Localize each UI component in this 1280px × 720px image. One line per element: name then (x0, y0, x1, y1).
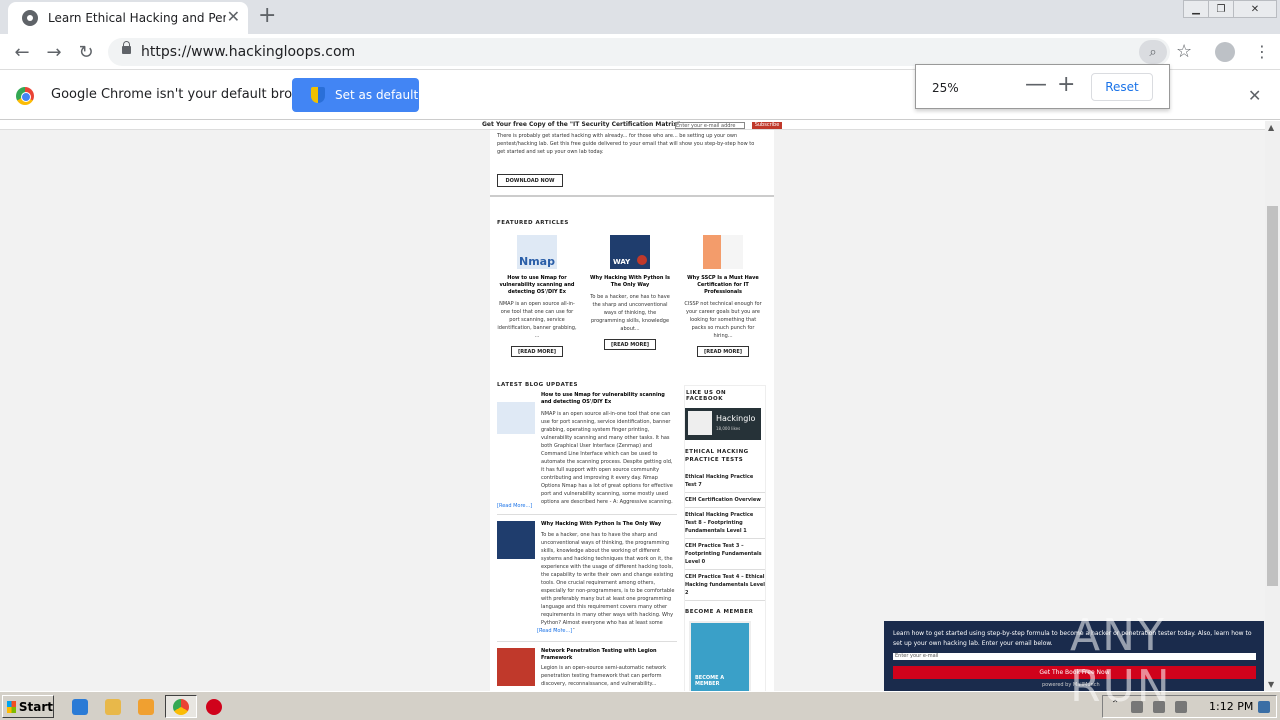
facebook-heading: LIKE US ON FACEBOOK (686, 390, 727, 402)
zoom-icon[interactable]: ⌕ (1139, 40, 1167, 64)
sidebar-link[interactable]: CEH Practice Test 3 – Footprinting Funda… (685, 539, 765, 570)
featured-article: WAY Why Hacking With Python Is The Only … (589, 235, 671, 350)
post-title[interactable]: Network Penetration Testing with Legion … (541, 648, 676, 662)
minimize-button[interactable]: ▁ (1183, 0, 1209, 18)
menu-dots-icon[interactable]: ⋮ (1254, 40, 1270, 64)
post-item: Network Penetration Testing with Legion … (497, 648, 677, 691)
latest-posts: How to use Nmap for vulnerability scanni… (497, 392, 677, 691)
facebook-widget[interactable]: Hackinglo 18,000 likes (685, 408, 761, 440)
zoom-in-button[interactable]: + (1057, 74, 1075, 96)
featured-title[interactable]: How to use Nmap for vulnerability scanni… (496, 275, 578, 296)
scrollbar-thumb[interactable] (1267, 206, 1278, 586)
back-button[interactable]: ← (10, 40, 34, 64)
page-viewport: Get Your free Copy of the "IT Security C… (0, 121, 1265, 691)
featured-heading: FEATURED ARTICLES (497, 220, 569, 226)
lock-icon[interactable] (122, 41, 131, 54)
post-title[interactable]: Why Hacking With Python Is The Only Way (541, 521, 676, 528)
member-image[interactable]: BECOME A MEMBER (689, 621, 751, 691)
reload-button[interactable]: ↻ (74, 40, 98, 64)
intro-text: There is probably get started hacking wi… (497, 133, 755, 155)
strip-subscribe-button[interactable]: Subscribe (752, 122, 782, 129)
shield-icon (311, 87, 325, 103)
member-heading: BECOME A MEMBER (685, 609, 754, 615)
restore-button[interactable]: ❐ (1208, 0, 1234, 18)
divider (490, 195, 774, 197)
infobar-message: Google Chrome isn't your default browser (51, 87, 323, 102)
divider (497, 641, 677, 642)
python-thumbnail[interactable]: WAY (610, 235, 650, 269)
sidebar: LIKE US ON FACEBOOK Hackinglo 18,000 lik… (684, 385, 766, 691)
bookmark-star-icon[interactable]: ☆ (1176, 41, 1192, 62)
zoom-popup: 25% — + Reset (915, 64, 1170, 109)
chrome-taskbar-button[interactable] (165, 695, 197, 718)
scroll-up-icon[interactable]: ▲ (1268, 123, 1274, 132)
divider (497, 514, 677, 515)
read-more-button[interactable]: [READ MORE] (511, 346, 563, 357)
sidebar-link[interactable]: Ethical Hacking Practice Test 8 – Footpr… (685, 508, 765, 539)
download-button[interactable]: DOWNLOAD NOW (497, 174, 563, 187)
page-scrollbar[interactable]: ▲ ▼ (1265, 121, 1280, 691)
main-content: There is probably get started hacking wi… (490, 130, 774, 691)
featured-desc: NMAP is an open source all-in-one tool t… (497, 301, 577, 339)
post-read-more[interactable]: [Read More...] (537, 627, 572, 635)
browser-tab[interactable]: Learn Ethical Hacking and Penetration ✕ (8, 2, 248, 34)
zoom-reset-button[interactable]: Reset (1091, 73, 1153, 101)
sscp-thumbnail[interactable] (703, 235, 743, 269)
featured-title[interactable]: Why Hacking With Python Is The Only Way (589, 275, 671, 289)
profile-avatar[interactable] (1215, 42, 1235, 62)
chrome-icon (173, 699, 189, 715)
nmap-thumbnail[interactable]: Nmap (517, 235, 557, 269)
close-window-button[interactable]: ✕ (1233, 0, 1277, 18)
chrome-logo-icon (16, 87, 34, 105)
set-default-label: Set as default (335, 88, 419, 102)
sidebar-link[interactable]: Ethical Hacking Practice Test 7 (685, 470, 765, 493)
start-button[interactable]: Start (2, 695, 54, 718)
post-title[interactable]: How to use Nmap for vulnerability scanni… (541, 392, 676, 406)
strip-text: Get Your free Copy of the "IT Security C… (482, 121, 681, 128)
windows-logo-icon (7, 700, 16, 713)
new-tab-button[interactable]: + (258, 5, 276, 27)
read-more-button[interactable]: [READ MORE] (697, 346, 749, 357)
featured-article: Why SSCP Is a Must Have Certification fo… (682, 235, 764, 357)
zoom-level: 25% (932, 81, 959, 95)
post-read-more[interactable]: [Read More...] (497, 502, 532, 510)
infobar-close-icon[interactable]: ✕ (1248, 86, 1261, 105)
globe-icon (22, 10, 38, 26)
close-tab-icon[interactable]: ✕ (227, 9, 240, 25)
sidebar-link[interactable]: CEH Certification Overview (685, 493, 765, 508)
practice-heading: ETHICAL HACKING PRACTICE TESTS (685, 449, 749, 463)
featured-title[interactable]: Why SSCP Is a Must Have Certification fo… (682, 275, 764, 296)
title-bar: Learn Ethical Hacking and Penetration ✕ … (0, 0, 1280, 34)
anyrun-watermark: ANY RUN (1070, 610, 1172, 712)
featured-article: Nmap How to use Nmap for vulnerability s… (496, 235, 578, 357)
post-body: To be a hacker, one has to have the shar… (541, 532, 675, 629)
sidebar-link[interactable]: CEH Practice Test 4 – Ethical Hacking fu… (685, 570, 765, 601)
zoom-out-button[interactable]: — (1025, 74, 1047, 96)
media-player-icon[interactable] (138, 699, 154, 715)
strip-email-input[interactable]: Enter your e-mail addre (675, 122, 745, 129)
featured-desc: To be a hacker, one has to have the shar… (590, 294, 670, 332)
featured-desc: CISSP not technical enough for your care… (684, 301, 762, 339)
post-body: Legion is an open-source semi-automatic … (541, 665, 666, 687)
read-more-button[interactable]: [READ MORE] (604, 339, 656, 350)
post-body: NMAP is an open source all-in-one tool t… (541, 411, 673, 504)
ie-icon[interactable] (72, 699, 88, 715)
post-thumbnail[interactable] (497, 648, 535, 686)
set-default-button[interactable]: Set as default (292, 78, 419, 112)
url-text[interactable]: https://www.hackingloops.com (141, 44, 355, 60)
play-icon (637, 255, 647, 265)
practice-links: Ethical Hacking Practice Test 7 CEH Cert… (685, 470, 765, 601)
address-bar[interactable]: https://www.hackingloops.com ⌕ (108, 38, 1170, 66)
subscribe-strip: Get Your free Copy of the "IT Security C… (0, 121, 1265, 130)
post-item: Why Hacking With Python Is The Only Way … (497, 521, 677, 639)
tab-title: Learn Ethical Hacking and Penetration (48, 11, 226, 25)
folder-icon[interactable] (105, 699, 121, 715)
security-icon[interactable] (206, 699, 222, 715)
forward-button[interactable]: → (42, 40, 66, 64)
latest-heading: LATEST BLOG UPDATES (497, 382, 578, 388)
post-item: How to use Nmap for vulnerability scanni… (497, 392, 677, 512)
page-logo (688, 411, 712, 435)
